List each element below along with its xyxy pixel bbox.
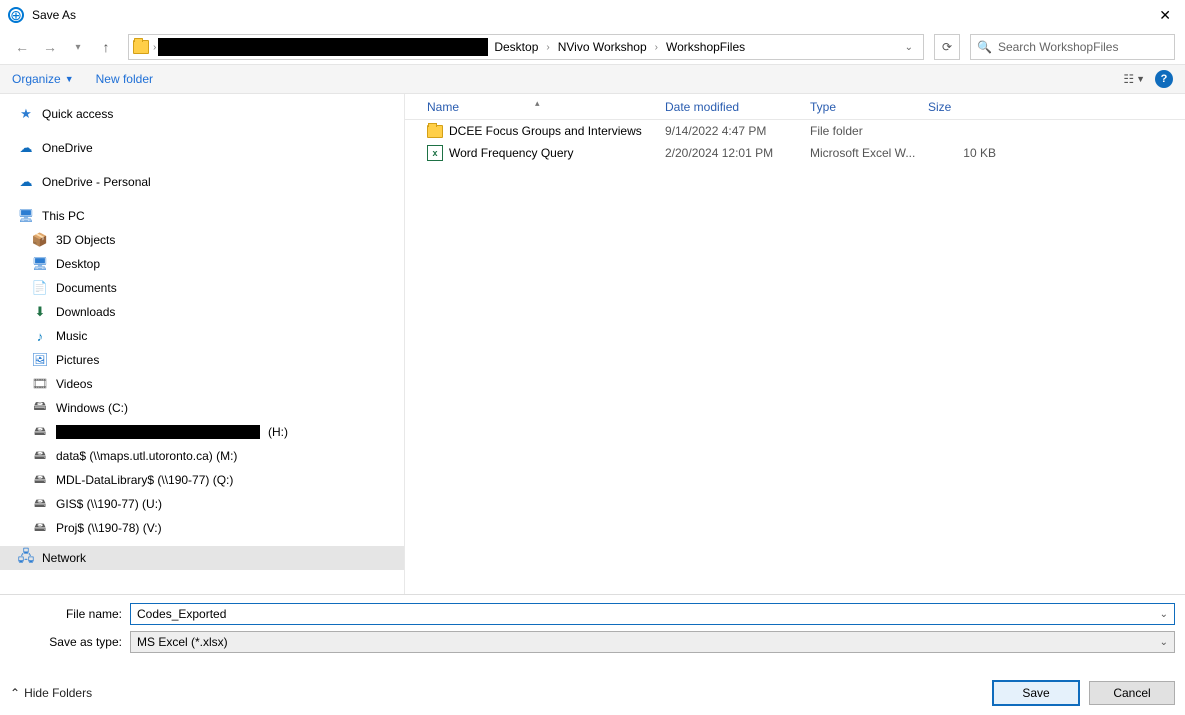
cloud-icon: ☁ (18, 140, 34, 156)
video-icon: 🎞 (32, 376, 48, 392)
tree-videos[interactable]: 🎞Videos (0, 372, 404, 396)
tree-onedrive[interactable]: ☁OneDrive (0, 136, 404, 160)
breadcrumb-desktop[interactable]: Desktop (488, 38, 544, 56)
cloud-icon: ☁ (18, 174, 34, 190)
search-placeholder: Search WorkshopFiles (998, 40, 1119, 54)
main-pane: ★Quick access ☁OneDrive ☁OneDrive - Pers… (0, 94, 1185, 594)
chevron-right-icon[interactable]: › (151, 42, 158, 53)
disk-icon: 🖴 (32, 400, 48, 416)
file-name-field[interactable]: ⌄ (130, 603, 1175, 625)
tree-drive-data[interactable]: 🖴data$ (\\maps.utl.utoronto.ca) (M:) (0, 444, 404, 468)
tree-desktop[interactable]: 🖥Desktop (0, 252, 404, 276)
tree-quick-access[interactable]: ★Quick access (0, 102, 404, 126)
drive-icon: 🖴 (32, 424, 48, 440)
window-title: Save As (32, 8, 76, 22)
back-icon[interactable]: ← (10, 35, 34, 59)
title-bar: Save As ✕ (0, 0, 1185, 30)
tree-drive-h[interactable]: 🖴(H:) (0, 420, 404, 444)
sort-asc-icon: ▴ (535, 98, 540, 109)
monitor-icon: 🖥 (18, 208, 34, 224)
tree-pictures[interactable]: 🖼Pictures (0, 348, 404, 372)
chevron-right-icon[interactable]: › (544, 42, 551, 53)
file-type: Microsoft Excel W... (810, 146, 928, 160)
file-row[interactable]: x Word Frequency Query 2/20/2024 12:01 PMM… (405, 142, 1185, 164)
address-dropdown-icon[interactable]: ⌄ (899, 42, 919, 53)
network-icon: 🖧 (18, 550, 34, 566)
file-name: Word Frequency Query (449, 146, 574, 160)
folder-tree[interactable]: ★Quick access ☁OneDrive ☁OneDrive - Pers… (0, 94, 405, 594)
column-headers[interactable]: ▴Name Date modified Type Size (405, 94, 1185, 120)
file-date: 9/14/2022 4:47 PM (665, 124, 810, 138)
drive-icon: 🖴 (32, 472, 48, 488)
chevron-down-icon[interactable]: ⌄ (1160, 637, 1168, 648)
tree-drive-proj[interactable]: 🖴Proj$ (\\190-78) (V:) (0, 516, 404, 540)
close-icon[interactable]: ✕ (1153, 5, 1177, 26)
redacted-label (56, 425, 260, 439)
star-icon: ★ (18, 106, 34, 122)
new-folder-button[interactable]: New folder (96, 72, 153, 86)
redacted-path (158, 38, 488, 56)
col-header-type[interactable]: Type (810, 100, 928, 114)
chevron-right-icon[interactable]: › (653, 42, 660, 53)
picture-icon: 🖼 (32, 352, 48, 368)
download-icon: ⬇ (32, 304, 48, 320)
toolbar: Organize ▼ New folder ☷ ▼ ? (0, 64, 1185, 94)
col-header-name[interactable]: ▴Name (405, 100, 665, 114)
hide-folders-button[interactable]: ⌃ Hide Folders (10, 686, 92, 700)
file-row[interactable]: DCEE Focus Groups and Interviews 9/14/202… (405, 120, 1185, 142)
chevron-down-icon[interactable]: ⌄ (1160, 609, 1168, 620)
file-name-input[interactable] (137, 607, 1168, 621)
view-options-button[interactable]: ☷ ▼ (1123, 72, 1145, 86)
drive-icon: 🖴 (32, 520, 48, 536)
tree-documents[interactable]: 📄Documents (0, 276, 404, 300)
folder-icon (427, 125, 443, 138)
save-as-type-select[interactable]: MS Excel (*.xlsx) ⌄ (130, 631, 1175, 653)
app-icon (8, 7, 24, 23)
tree-network[interactable]: 🖧Network (0, 546, 404, 570)
search-icon: 🔍 (977, 40, 992, 54)
forward-icon: → (38, 35, 62, 59)
search-input[interactable]: 🔍 Search WorkshopFiles (970, 34, 1175, 60)
drive-icon: 🖴 (32, 448, 48, 464)
footer: File name: ⌄ Save as type: MS Excel (*.x… (0, 594, 1185, 715)
tree-this-pc[interactable]: 🖥This PC (0, 204, 404, 228)
cancel-button[interactable]: Cancel (1089, 681, 1175, 705)
file-name-label: File name: (10, 607, 130, 621)
drive-icon: 🖴 (32, 496, 48, 512)
file-list[interactable]: ▴Name Date modified Type Size DCEE Focus… (405, 94, 1185, 594)
chevron-up-icon: ⌃ (10, 686, 20, 700)
excel-icon: x (427, 145, 443, 161)
music-icon: ♪ (32, 328, 48, 344)
tree-drive-mdl[interactable]: 🖴MDL-DataLibrary$ (\\190-77) (Q:) (0, 468, 404, 492)
desktop-icon: 🖥 (32, 256, 48, 272)
col-header-date[interactable]: Date modified (665, 100, 810, 114)
file-size: 10 KB (928, 146, 1008, 160)
help-icon[interactable]: ? (1155, 70, 1173, 88)
file-type: File folder (810, 124, 928, 138)
save-button[interactable]: Save (993, 681, 1079, 705)
tree-music[interactable]: ♪Music (0, 324, 404, 348)
nav-bar: ← → ▾ ↑ › Desktop › NVivo Workshop › Wor… (0, 30, 1185, 64)
col-header-size[interactable]: Size (928, 100, 1008, 114)
document-icon: 📄 (32, 280, 48, 296)
tree-drive-gis[interactable]: 🖴GIS$ (\\190-77) (U:) (0, 492, 404, 516)
recent-dropdown-icon[interactable]: ▾ (66, 35, 90, 59)
tree-3d-objects[interactable]: 📦3D Objects (0, 228, 404, 252)
organize-button[interactable]: Organize ▼ (12, 72, 74, 86)
chevron-down-icon: ▼ (65, 74, 74, 84)
refresh-icon[interactable]: ⟳ (934, 34, 960, 60)
tree-onedrive-personal[interactable]: ☁OneDrive - Personal (0, 170, 404, 194)
save-as-type-label: Save as type: (10, 635, 130, 649)
address-bar[interactable]: › Desktop › NVivo Workshop › WorkshopFil… (128, 34, 924, 60)
tree-windows-c[interactable]: 🖴Windows (C:) (0, 396, 404, 420)
breadcrumb-workshopfiles[interactable]: WorkshopFiles (660, 38, 751, 56)
tree-downloads[interactable]: ⬇Downloads (0, 300, 404, 324)
save-as-type-value: MS Excel (*.xlsx) (137, 635, 228, 649)
file-name: DCEE Focus Groups and Interviews (449, 124, 642, 138)
file-date: 2/20/2024 12:01 PM (665, 146, 810, 160)
up-icon[interactable]: ↑ (94, 35, 118, 59)
cube-icon: 📦 (32, 232, 48, 248)
breadcrumb-nvivo[interactable]: NVivo Workshop (552, 38, 653, 56)
folder-icon (133, 40, 149, 54)
